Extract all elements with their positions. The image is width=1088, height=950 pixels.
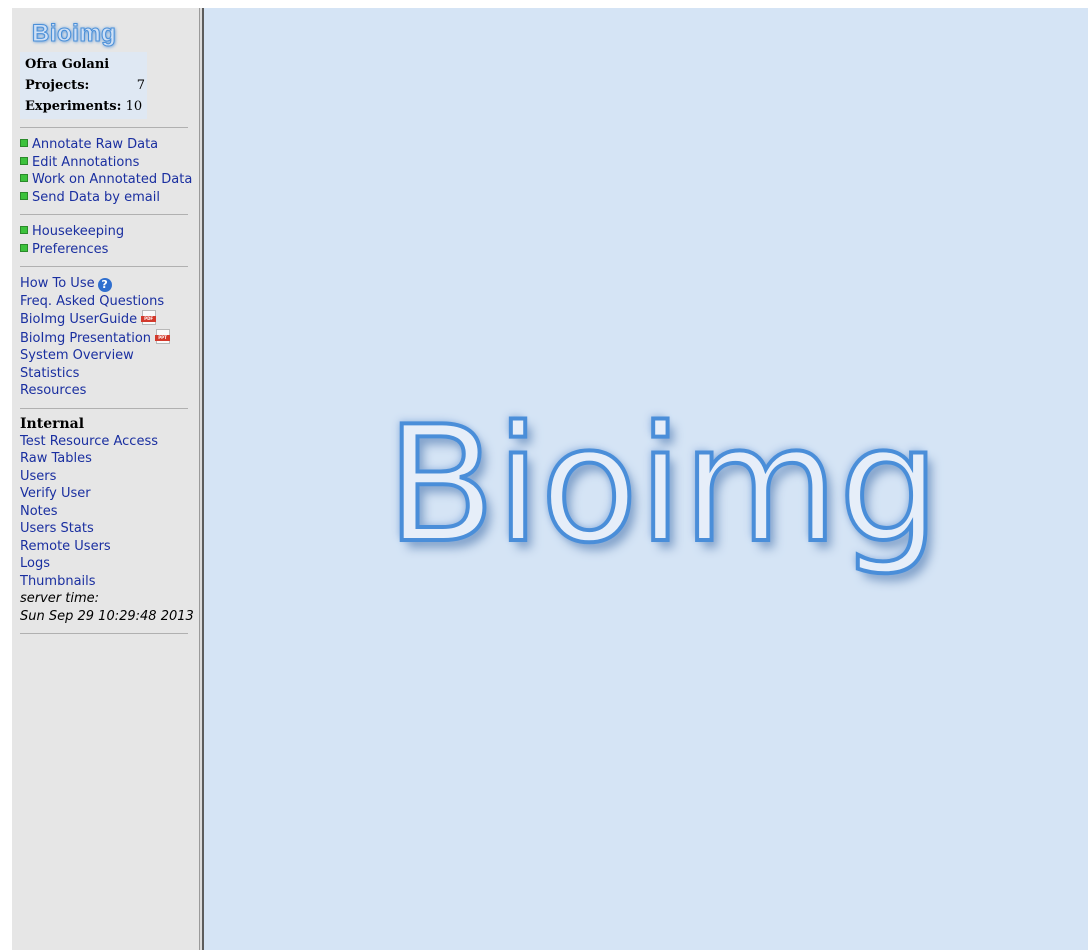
experiments-row: Experiments: 10 <box>25 96 145 117</box>
presentation-link[interactable]: BioImg Presentation PPT <box>20 328 199 348</box>
preferences-link[interactable]: Preferences <box>20 241 199 259</box>
pdf-file-icon[interactable]: PDF <box>141 310 157 325</box>
divider <box>20 266 188 267</box>
userguide-label: BioImg UserGuide <box>20 312 138 327</box>
annotate-raw-data-link[interactable]: Annotate Raw Data <box>20 136 199 154</box>
faq-link[interactable]: Freq. Asked Questions <box>20 293 199 311</box>
settings-menu: Housekeeping Preferences <box>20 223 199 258</box>
green-square-bullet-icon <box>20 243 28 252</box>
server-time-label: server time: <box>20 591 100 606</box>
projects-label: Projects: <box>25 78 90 93</box>
logs-link[interactable]: Logs <box>20 555 199 573</box>
help-question-icon[interactable]: ? <box>97 278 112 292</box>
how-to-use-link[interactable]: How To Use? <box>20 275 199 293</box>
users-stats-link[interactable]: Users Stats <box>20 520 199 538</box>
divider <box>20 407 188 409</box>
actions-menu: Annotate Raw Data Edit Annotations Work … <box>20 136 199 206</box>
verify-user-link[interactable]: Verify User <box>20 485 199 503</box>
projects-count: 7 <box>136 78 145 93</box>
green-square-bullet-icon <box>20 191 28 200</box>
ppt-tag: PPT <box>155 334 171 341</box>
how-to-use-label: How To Use <box>20 276 95 291</box>
pdf-tag: PDF <box>141 316 157 322</box>
divider <box>20 633 188 634</box>
internal-menu: Internal Test Resource Access Raw Tables… <box>20 415 199 626</box>
edit-annotations-label: Edit Annotations <box>32 154 140 170</box>
projects-row: Projects: 7 <box>25 75 145 96</box>
green-square-bullet-icon <box>20 174 28 182</box>
preferences-label: Preferences <box>32 241 109 257</box>
green-square-bullet-icon <box>20 139 28 147</box>
green-square-bullet-icon <box>20 156 28 165</box>
notes-link[interactable]: Notes <box>20 503 199 521</box>
app-logo[interactable]: Bioimg <box>32 20 199 48</box>
experiments-count: 10 <box>125 99 143 114</box>
divider <box>20 127 188 128</box>
main-content: Bioimg <box>204 8 1088 950</box>
userguide-link[interactable]: BioImg UserGuide PDF <box>20 310 199 329</box>
test-resource-access-link[interactable]: Test Resource Access <box>20 433 199 451</box>
work-on-annotated-data-label: Work on Annotated Data <box>32 172 193 187</box>
ppt-file-icon[interactable]: PPT <box>155 328 171 344</box>
bioimg-logo-large: Bioimg <box>384 391 942 578</box>
work-on-annotated-data-link[interactable]: Work on Annotated Data <box>20 171 199 189</box>
users-link[interactable]: Users <box>20 468 199 486</box>
internal-section-title: Internal <box>20 415 85 432</box>
presentation-label: BioImg Presentation <box>20 330 152 346</box>
green-square-bullet-icon <box>20 226 28 234</box>
edit-annotations-link[interactable]: Edit Annotations <box>20 154 199 172</box>
sidebar: Bioimg Ofra Golani Projects: 7 Experimen… <box>12 8 199 950</box>
experiments-label: Experiments: <box>25 99 122 114</box>
system-overview-link[interactable]: System Overview <box>20 347 199 365</box>
housekeeping-link[interactable]: Housekeeping <box>20 223 199 241</box>
resources-link[interactable]: Resources <box>20 382 199 400</box>
housekeeping-label: Housekeeping <box>32 224 125 239</box>
statistics-link[interactable]: Statistics <box>20 365 199 383</box>
send-data-by-email-label: Send Data by email <box>32 189 160 205</box>
user-name: Ofra Golani <box>25 57 110 72</box>
annotate-raw-data-label: Annotate Raw Data <box>32 137 159 152</box>
thumbnails-link[interactable]: Thumbnails <box>20 573 199 591</box>
send-data-by-email-link[interactable]: Send Data by email <box>20 189 199 207</box>
raw-tables-link[interactable]: Raw Tables <box>20 450 199 468</box>
help-menu: How To Use? Freq. Asked Questions BioImg… <box>20 275 199 400</box>
remote-users-link[interactable]: Remote Users <box>20 538 199 556</box>
divider <box>20 214 188 215</box>
user-summary: Ofra Golani Projects: 7 Experiments: 10 <box>20 52 147 119</box>
server-time-value: Sun Sep 29 10:29:48 2013 <box>20 608 194 624</box>
